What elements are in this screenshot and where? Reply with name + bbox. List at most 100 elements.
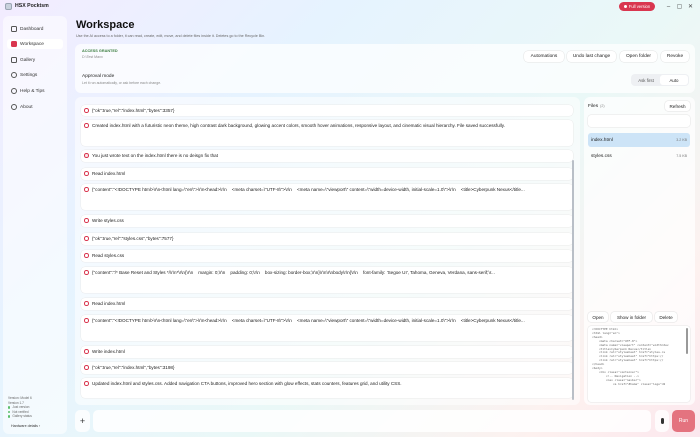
assistant-icon <box>84 381 89 386</box>
file-item-index-html[interactable]: index.html 3.2 KB <box>588 133 690 147</box>
close-button[interactable]: ✕ <box>686 2 695 11</box>
full-version-button[interactable]: Full version <box>619 2 655 11</box>
status-row: Gallery status <box>8 414 32 419</box>
message-text: {"ok":true,"rel":"styles.css","bytes":75… <box>92 236 174 241</box>
attach-button[interactable]: + <box>75 410 90 432</box>
sidebar-footer: Version: Model 6 Version 1.7 Just versio… <box>8 396 32 419</box>
preview-scrollbar[interactable] <box>686 328 688 354</box>
file-name: index.html <box>591 137 613 143</box>
automations-button[interactable]: Automations <box>524 51 564 62</box>
approval-mode-description: Let it run automatically, or ask before … <box>82 81 162 85</box>
tool-icon <box>84 365 89 370</box>
undo-last-change-button[interactable]: Undo last change <box>567 51 616 62</box>
message-text: Read index.html <box>92 301 126 306</box>
microphone-icon <box>660 418 664 424</box>
list-item: Created index.html with a futuristic neo… <box>81 120 573 146</box>
revoke-button[interactable]: Revoke <box>661 51 689 62</box>
microphone-button[interactable] <box>655 410 669 432</box>
files-panel: Files (2) Refresh index.html 3.2 KB style… <box>584 97 695 405</box>
conversation-scrollbar[interactable] <box>572 160 574 400</box>
message-input[interactable] <box>93 410 651 432</box>
file-size: 7.5 KB <box>676 154 687 158</box>
file-item-styles-css[interactable]: styles.css 7.5 KB <box>588 149 690 163</box>
version-line: Version: Model 6 <box>8 396 32 400</box>
list-item: {"ok":true,"rel":"index.html","bytes":33… <box>81 105 573 116</box>
list-item: {"content":"<!DOCTYPE html>\r\n<html lan… <box>81 184 573 210</box>
page-description: Use the AI access to a folder, it can re… <box>76 34 266 38</box>
approval-mode-toggle: Ask first Auto <box>631 74 689 86</box>
access-status: ACCESS GRANTED <box>82 49 118 53</box>
sidebar-item-label: Help & Tips <box>20 88 45 94</box>
list-item: Write index.html <box>81 346 573 358</box>
minimize-button[interactable]: – <box>664 2 673 11</box>
file-size: 3.2 KB <box>676 138 687 142</box>
tool-icon <box>84 349 89 354</box>
refresh-button[interactable]: Refresh <box>665 101 690 111</box>
message-text: {"ok":true,"rel":"index.html","bytes":31… <box>92 365 175 370</box>
list-item: {"ok":true,"rel":"index.html","bytes":31… <box>81 362 573 374</box>
files-filter-input[interactable] <box>588 115 690 127</box>
open-file-button[interactable]: Open <box>588 312 608 322</box>
status-dot-icon <box>8 410 11 414</box>
tool-icon <box>84 301 89 306</box>
message-text: Write styles.css <box>92 218 124 223</box>
message-text: Created index.html with a futuristic neo… <box>92 123 505 128</box>
status-text: Gallery status <box>12 414 32 419</box>
message-text: {"ok":true,"rel":"index.html","bytes":33… <box>92 108 175 113</box>
show-in-folder-button[interactable]: Show in folder <box>611 312 652 322</box>
sidebar-item-label: About <box>20 104 33 110</box>
sidebar-item-label: Gallery <box>20 57 36 63</box>
composer: + Run <box>75 410 695 432</box>
run-button[interactable]: Run <box>672 410 695 432</box>
open-folder-button[interactable]: Open folder <box>620 51 657 62</box>
sidebar-item-gallery[interactable]: Gallery <box>7 55 63 65</box>
auto-option[interactable]: Auto <box>660 75 688 85</box>
file-name: styles.css <box>591 153 612 159</box>
file-preview: <!DOCTYPE html> <html lang="en"> <head> … <box>588 326 690 402</box>
app-title: HSX Pocktsm <box>15 3 49 9</box>
sidebar-item-help[interactable]: Help & Tips <box>7 86 63 96</box>
sidebar-item-settings[interactable]: Settings <box>7 70 63 80</box>
tool-icon <box>84 318 89 323</box>
hardware-details-link[interactable]: Hardware details › <box>11 424 40 428</box>
maximize-button[interactable]: ▢ <box>675 2 684 11</box>
access-folder-path: D:\Test Maxx <box>82 55 103 59</box>
tool-icon <box>84 236 89 241</box>
ask-first-option[interactable]: Ask first <box>632 75 660 85</box>
gear-icon <box>11 72 17 78</box>
delete-file-button[interactable]: Delete <box>655 312 677 322</box>
files-title: Files (2) <box>588 104 605 109</box>
sidebar-item-dashboard[interactable]: Dashboard <box>7 24 63 34</box>
conversation-panel: {"ok":true,"rel":"index.html","bytes":33… <box>75 97 580 405</box>
message-text: You just wrote text on the index.html th… <box>92 153 218 158</box>
approval-mode-label: Approval mode <box>82 74 115 79</box>
sidebar-item-label: Workspace <box>20 41 44 47</box>
tool-icon <box>84 108 89 113</box>
status-dot-icon <box>8 406 11 409</box>
gallery-icon <box>11 57 17 63</box>
sidebar-item-about[interactable]: About <box>7 102 63 112</box>
list-item: You just wrote text on the index.html th… <box>81 150 573 162</box>
message-text: Updated index.html and styles.css. Added… <box>92 381 402 386</box>
user-icon <box>84 153 89 158</box>
message-text: Read index.html <box>92 171 126 176</box>
workspace-icon <box>11 41 17 47</box>
sidebar-item-label: Dashboard <box>20 26 44 32</box>
tool-icon <box>84 218 89 223</box>
sidebar-item-workspace[interactable]: Workspace <box>7 39 63 49</box>
list-item: Write styles.css <box>81 215 573 227</box>
title-bar: HSX Pocktsm Full version – ▢ ✕ <box>0 0 700 13</box>
tool-icon <box>84 270 89 275</box>
message-text: Read styles.css <box>92 253 125 258</box>
assistant-icon <box>84 123 89 128</box>
list-item: {"ok":true,"rel":"styles.css","bytes":75… <box>81 233 573 245</box>
status-dot-icon <box>8 415 11 418</box>
help-icon <box>11 88 17 94</box>
list-item: Updated index.html and styles.css. Added… <box>81 378 573 398</box>
list-item: Read index.html <box>81 298 573 310</box>
message-text: {"content":"<!DOCTYPE html>\r\n<html lan… <box>92 318 525 323</box>
tool-icon <box>84 171 89 176</box>
info-icon <box>11 104 17 110</box>
tool-icon <box>84 187 89 192</box>
tool-icon <box>84 253 89 258</box>
